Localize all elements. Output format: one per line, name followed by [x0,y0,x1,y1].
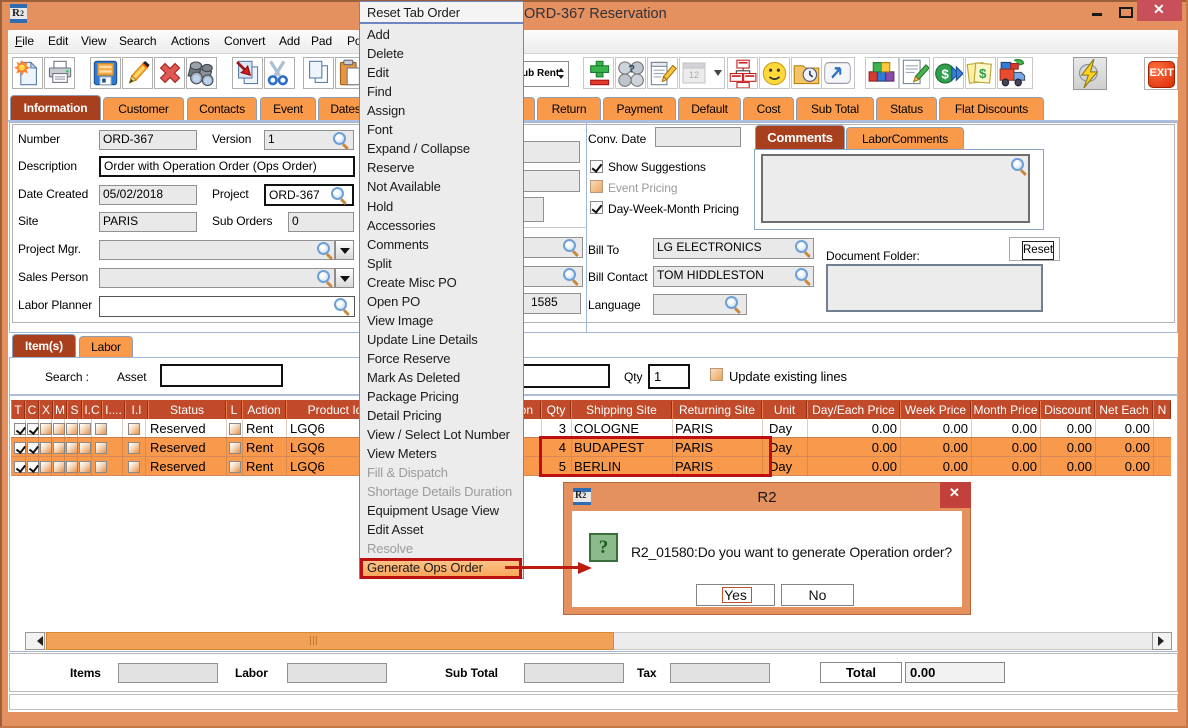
svg-text:$: $ [941,67,949,82]
svg-text:12: 12 [689,70,699,80]
svg-text:?: ? [628,63,635,75]
svg-text:$: $ [979,66,987,81]
